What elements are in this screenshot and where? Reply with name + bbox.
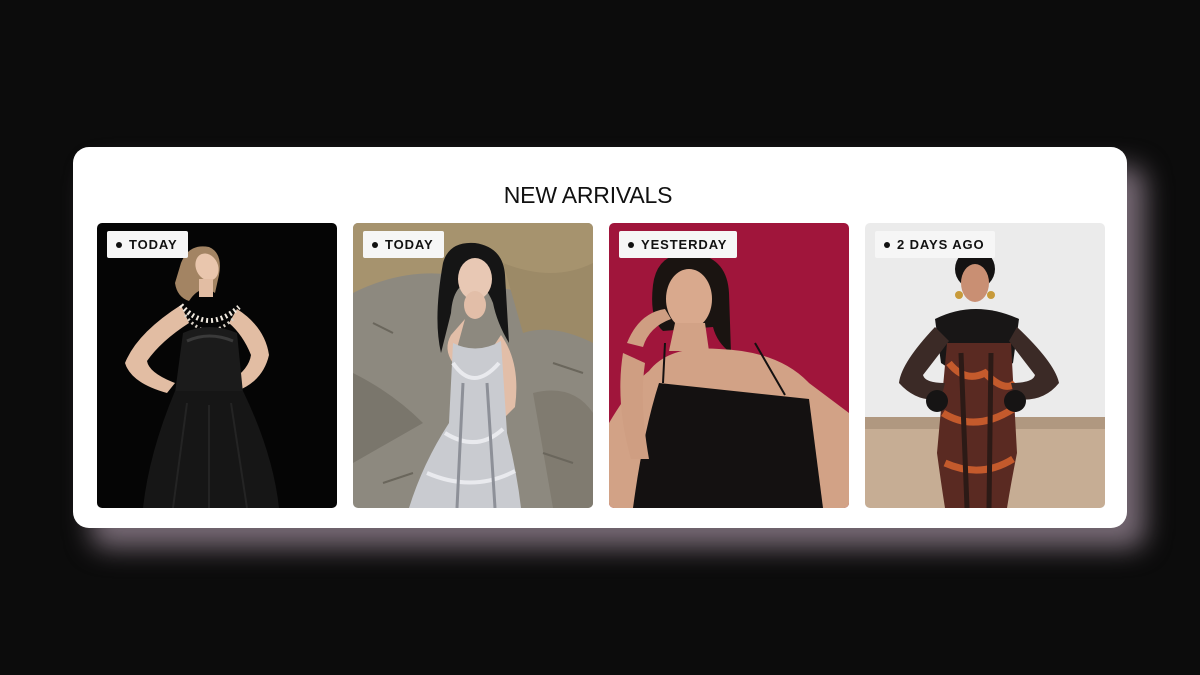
badge-dot-icon <box>372 241 378 248</box>
page-background: NEW ARRIVALS TODAY TODAY YESTERDAY 2 DAY… <box>0 0 1200 675</box>
product-card-1[interactable]: TODAY <box>97 223 337 508</box>
badge-dot-icon <box>884 241 890 248</box>
badge-label: TODAY <box>129 237 178 252</box>
badge-label: 2 DAYS AGO <box>897 237 985 252</box>
badge-label: YESTERDAY <box>641 237 728 252</box>
new-arrivals-card: NEW ARRIVALS TODAY TODAY YESTERDAY 2 DAY… <box>73 147 1127 528</box>
product-photo-3 <box>609 223 849 508</box>
badge-label: TODAY <box>385 237 434 252</box>
section-title: NEW ARRIVALS <box>503 182 673 208</box>
badge-4: 2 DAYS AGO <box>875 231 995 258</box>
product-card-2[interactable]: TODAY <box>353 223 593 508</box>
product-card-4[interactable]: 2 DAYS AGO <box>865 223 1105 508</box>
product-photo-1 <box>97 223 337 508</box>
badge-dot-icon <box>116 241 122 248</box>
product-photo-2 <box>353 223 593 508</box>
badge-2: TODAY <box>363 231 444 258</box>
product-card-3[interactable]: YESTERDAY <box>609 223 849 508</box>
badge-1: TODAY <box>107 231 188 258</box>
product-photo-4 <box>865 223 1105 508</box>
badge-3: YESTERDAY <box>619 231 738 258</box>
product-grid: TODAY TODAY YESTERDAY 2 DAYS AGO <box>97 223 1105 508</box>
badge-dot-icon <box>628 241 634 248</box>
